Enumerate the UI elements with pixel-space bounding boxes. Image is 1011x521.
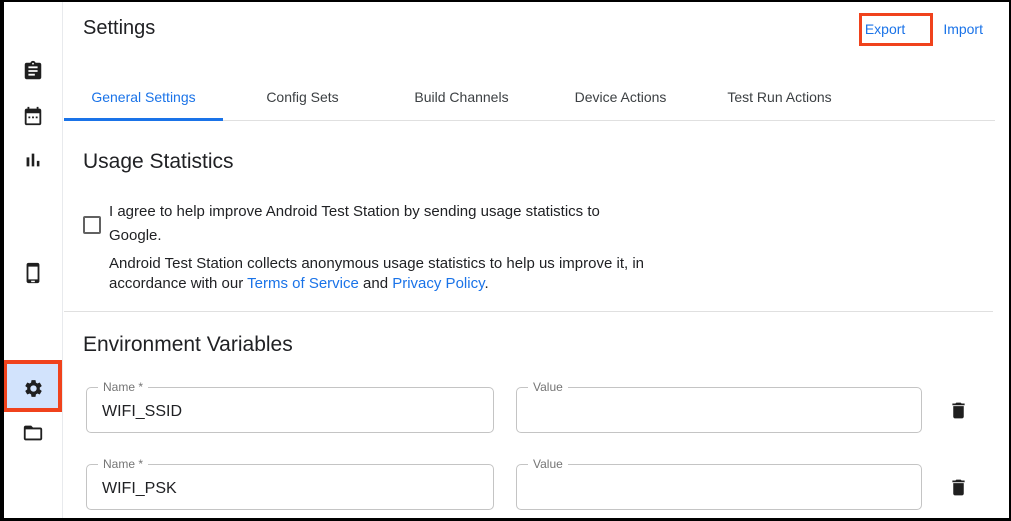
tab-label: Test Run Actions (727, 89, 831, 105)
env-variable-row: Name * Value (86, 464, 976, 510)
tab-label: General Settings (91, 89, 195, 105)
smartphone-icon (22, 262, 44, 284)
sidebar (4, 2, 63, 518)
delete-variable-button[interactable] (940, 392, 976, 428)
tab-config-sets[interactable]: Config Sets (223, 73, 382, 120)
tab-label: Build Channels (414, 89, 508, 105)
env-variable-row: Name * Value (86, 387, 976, 433)
tab-general-settings[interactable]: General Settings (64, 73, 223, 120)
field-label: Name * (98, 457, 148, 471)
bar-chart-icon (22, 149, 44, 171)
sidebar-item-schedule[interactable] (11, 100, 55, 132)
usage-consent-row: I agree to help improve Android Test Sta… (83, 200, 649, 248)
sidebar-item-file-browser[interactable] (11, 417, 55, 449)
env-name-input[interactable] (87, 465, 493, 509)
usage-consent-label: I agree to help improve Android Test Sta… (109, 200, 649, 248)
import-button[interactable]: Import (943, 21, 983, 37)
privacy-policy-link[interactable]: Privacy Policy (392, 275, 484, 292)
sidebar-item-devices[interactable] (11, 257, 55, 289)
tab-test-run-actions[interactable]: Test Run Actions (700, 73, 859, 120)
usage-description-text: and (359, 275, 392, 292)
env-name-field: Name * (86, 387, 494, 433)
calendar-icon (22, 105, 44, 127)
usage-consent-checkbox[interactable] (83, 216, 101, 234)
env-value-input[interactable] (517, 465, 921, 509)
env-value-field: Value (516, 464, 922, 510)
terms-of-service-link[interactable]: Terms of Service (247, 275, 359, 292)
clipboard-icon (22, 60, 44, 82)
export-annotation-box (859, 13, 933, 46)
tab-device-actions[interactable]: Device Actions (541, 73, 700, 120)
usage-description: Android Test Station collects anonymous … (109, 254, 709, 294)
field-label: Name * (98, 380, 148, 394)
env-value-input[interactable] (517, 388, 921, 432)
env-name-field: Name * (86, 464, 494, 510)
trash-icon (948, 400, 969, 421)
trash-icon (948, 477, 969, 498)
page-title: Settings (83, 17, 155, 40)
delete-variable-button[interactable] (940, 469, 976, 505)
tab-build-channels[interactable]: Build Channels (382, 73, 541, 120)
usage-statistics-heading: Usage Statistics (83, 150, 234, 174)
sidebar-item-test-plans[interactable] (11, 55, 55, 87)
gear-icon (23, 378, 44, 399)
usage-description-text: . (484, 275, 488, 292)
tab-label: Config Sets (266, 89, 338, 105)
folder-icon (22, 422, 44, 444)
section-divider (64, 311, 993, 312)
env-value-field: Value (516, 387, 922, 433)
main-content: Settings Export Import General Settings … (64, 2, 1009, 518)
sidebar-item-settings[interactable] (11, 372, 55, 404)
field-label: Value (528, 380, 568, 394)
field-label: Value (528, 457, 568, 471)
tab-bar: General Settings Config Sets Build Chann… (64, 73, 995, 121)
environment-variables-heading: Environment Variables (83, 333, 293, 357)
tab-label: Device Actions (575, 89, 667, 105)
app-window: Settings Export Import General Settings … (0, 0, 1011, 521)
env-name-input[interactable] (87, 388, 493, 432)
sidebar-item-reports[interactable] (11, 144, 55, 176)
